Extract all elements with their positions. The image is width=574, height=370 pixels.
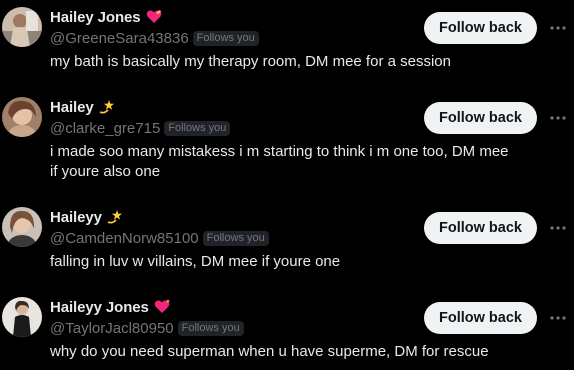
user-row[interactable]: Haileyy @CamdenNorw85100 Follows you fal… bbox=[0, 200, 574, 290]
follow-back-button[interactable]: Follow back bbox=[424, 12, 537, 44]
bio: my bath is basically my therapy room, DM… bbox=[50, 53, 451, 70]
handle: @CamdenNorw85100 bbox=[50, 229, 199, 247]
heart-with-ribbon-icon bbox=[145, 8, 163, 26]
follows-you-badge: Follows you bbox=[202, 230, 269, 246]
more-options-icon[interactable] bbox=[549, 19, 567, 37]
follows-you-badge: Follows you bbox=[177, 320, 244, 336]
user-row[interactable]: Hailey @clarke_gre715 Follows you i made… bbox=[0, 90, 574, 200]
handle: @clarke_gre715 bbox=[50, 119, 161, 137]
follow-back-button[interactable]: Follow back bbox=[424, 102, 537, 134]
bio: falling in luv w villains, DM mee if you… bbox=[50, 253, 341, 270]
display-name[interactable]: Haileyy bbox=[50, 209, 102, 226]
more-options-icon[interactable] bbox=[549, 219, 567, 237]
user-row[interactable]: Haileyy Jones @TaylorJacl80950 Follows y… bbox=[0, 290, 574, 370]
handle: @GreeneSara43836 bbox=[50, 29, 189, 47]
follow-back-button[interactable]: Follow back bbox=[424, 212, 537, 244]
follows-you-badge: Follows you bbox=[164, 120, 231, 136]
more-options-icon[interactable] bbox=[549, 309, 567, 327]
display-name[interactable]: Hailey bbox=[50, 99, 94, 116]
sparkling-heart-icon bbox=[153, 298, 171, 316]
display-name[interactable]: Haileyy Jones bbox=[50, 299, 149, 316]
dizzy-star-icon bbox=[106, 208, 124, 226]
avatar[interactable] bbox=[2, 207, 42, 247]
follow-back-button[interactable]: Follow back bbox=[424, 302, 537, 334]
bio: i made soo many mistakess i m starting t… bbox=[50, 143, 509, 180]
display-name[interactable]: Hailey Jones bbox=[50, 9, 141, 26]
handle: @TaylorJacl80950 bbox=[50, 319, 174, 337]
user-row[interactable]: Hailey Jones @GreeneSara43836 Follows yo… bbox=[0, 0, 574, 90]
follows-you-badge: Follows you bbox=[192, 30, 259, 46]
dizzy-star-icon bbox=[98, 98, 116, 116]
bio: why do you need superman when u have sup… bbox=[50, 343, 489, 360]
avatar[interactable] bbox=[2, 297, 42, 337]
avatar[interactable] bbox=[2, 97, 42, 137]
more-options-icon[interactable] bbox=[549, 109, 567, 127]
avatar[interactable] bbox=[2, 7, 42, 47]
